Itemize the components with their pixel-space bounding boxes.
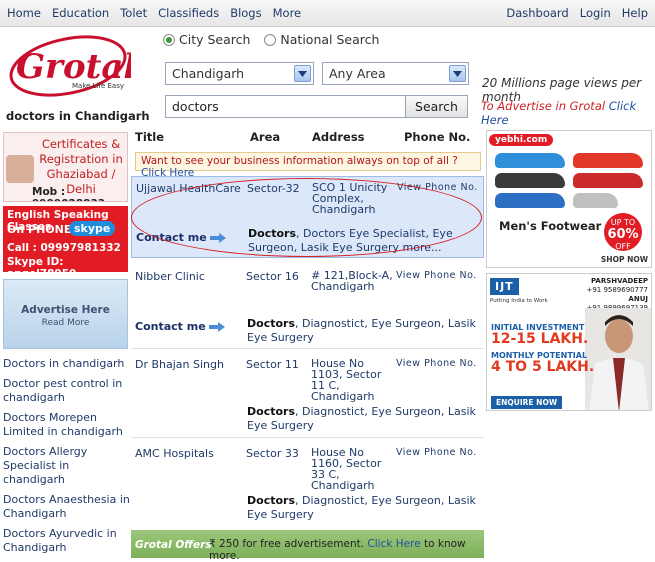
- shoe-image-icon: [573, 193, 618, 208]
- chevron-down-icon[interactable]: [294, 65, 311, 82]
- nav-blogs[interactable]: Blogs: [230, 6, 261, 20]
- search-input[interactable]: [165, 95, 406, 118]
- top-nav-right: Dashboard Login Help: [506, 6, 648, 20]
- top-nav-left: Home Education Tolet Classifieds Blogs M…: [7, 6, 301, 20]
- radio-selected-icon: [163, 33, 175, 46]
- offers-click-here[interactable]: Click Here: [367, 538, 420, 550]
- view-phone-link[interactable]: View Phone No.: [396, 447, 477, 458]
- ad-advertise-here[interactable]: Advertise Here Read More: [3, 279, 128, 349]
- nav-classifieds[interactable]: Classifieds: [158, 6, 219, 20]
- listing-categories: Doctors, Diagnostict, Eye Surgeon, Lasik…: [247, 405, 476, 432]
- related-link[interactable]: Doctors Anaesthesia in Chandigarh: [3, 493, 131, 521]
- advertise-link-text: To Advertise in Grotal Click Here: [481, 99, 637, 127]
- enquire-now-button[interactable]: ENQUIRE NOW: [491, 396, 563, 409]
- table-row: Nibber Clinic Sector 16 # 121,Block-A, C…: [131, 265, 484, 349]
- nav-education[interactable]: Education: [52, 6, 109, 20]
- listing-area: Sector-32: [247, 182, 300, 195]
- arrow-right-icon: [208, 321, 225, 332]
- nav-help[interactable]: Help: [622, 6, 648, 20]
- logo-icon: Grotal Make Life Easy: [9, 35, 136, 97]
- shoe-image-icon: [573, 153, 643, 168]
- shoe-image-icon: [495, 193, 565, 208]
- listing-address: House No 1103, Sector 11 C, Chandigarh: [311, 357, 382, 403]
- col-area: Area: [250, 130, 281, 144]
- listing-categories: Doctors, Doctors Eye Specialist, Eye Sur…: [248, 227, 453, 254]
- hand-image-icon: [6, 155, 34, 183]
- related-link[interactable]: Doctors Ayurvedic in Chandigarh: [3, 527, 131, 555]
- listing-title[interactable]: AMC Hospitals: [135, 447, 214, 460]
- grotal-logo[interactable]: Grotal Make Life Easy: [6, 32, 136, 100]
- shoe-image-icon: [495, 153, 565, 168]
- nav-more[interactable]: More: [273, 6, 302, 20]
- related-links: Doctors in chandigarh Doctor pest contro…: [3, 357, 131, 561]
- businessman-image-icon: [585, 308, 651, 410]
- area-select[interactable]: Any Area: [322, 62, 469, 85]
- listing-title[interactable]: Dr Bhajan Singh: [135, 358, 224, 371]
- related-link[interactable]: Doctors Morepen Limited in chandigarh: [3, 411, 131, 439]
- col-phone: Phone No.: [404, 130, 471, 144]
- listing-area: Sector 16: [246, 270, 299, 283]
- listing-address: SCO 1 Unicity Complex, Chandigarh: [312, 181, 388, 216]
- skype-logo-icon: skype: [69, 221, 116, 236]
- more-link[interactable]: more...: [403, 241, 442, 254]
- view-phone-link[interactable]: View Phone No.: [396, 270, 477, 281]
- search-button[interactable]: Search: [405, 95, 468, 118]
- contact-me-button[interactable]: Contact me: [136, 231, 226, 244]
- contact-me-button[interactable]: Contact me: [135, 320, 225, 333]
- grotal-offers-bar: Grotal Offers ₹ 250 for free advertiseme…: [131, 530, 484, 562]
- shoe-image-icon: [495, 173, 565, 188]
- table-row: AMC Hospitals Sector 33 House No 1160, S…: [131, 442, 484, 526]
- ad-certificates[interactable]: Certificates & Registration in Ghaziabad…: [3, 132, 128, 202]
- ad-ijt-franchise[interactable]: IJT Putting India to Work PARSHVADEEP +9…: [486, 273, 652, 411]
- related-link[interactable]: Doctors in chandigarh: [3, 357, 131, 371]
- listing-address: House No 1160, Sector 33 C, Chandigarh: [311, 446, 382, 492]
- svg-text:Make Life Easy: Make Life Easy: [72, 82, 124, 90]
- shoe-image-icon: [573, 173, 643, 188]
- related-link[interactable]: Doctor pest control in chandigarh: [3, 377, 131, 405]
- radio-national-search[interactable]: National Search: [264, 32, 379, 47]
- ad-yebhi-footwear[interactable]: yebhi.com Men's Footwear UP TO 60% OFF SHO…: [486, 130, 652, 268]
- shop-now-link[interactable]: SHOP NOW: [601, 255, 648, 264]
- listing-area: Sector 11: [246, 358, 299, 371]
- page-subtitle: doctors in Chandigarh: [6, 109, 150, 123]
- related-link[interactable]: Doctors Allergy Specialist in chandigarh: [3, 445, 131, 487]
- yebhi-logo: yebhi.com: [489, 134, 554, 146]
- radio-unselected-icon: [264, 33, 277, 46]
- offers-text: ₹ 250 for free advertisement. Click Here…: [209, 538, 466, 562]
- view-phone-link[interactable]: View Phone No.: [397, 182, 478, 193]
- top-navigation: Home Education Tolet Classifieds Blogs M…: [0, 0, 655, 27]
- city-select[interactable]: Chandigarh: [165, 62, 314, 85]
- svg-text:Grotal: Grotal: [16, 47, 131, 87]
- listing-area: Sector 33: [246, 447, 299, 460]
- offers-label: Grotal Offers: [135, 539, 212, 551]
- chevron-down-icon[interactable]: [449, 65, 466, 82]
- listing-categories: Doctors, Diagnostict, Eye Surgeon, Lasik…: [247, 317, 476, 344]
- radio-city-search[interactable]: City Search: [163, 32, 250, 47]
- ad-english-classes[interactable]: English Speaking Classes On PHONE or sky…: [3, 206, 128, 272]
- col-title: Title: [135, 130, 165, 144]
- listing-title[interactable]: Nibber Clinic: [135, 270, 205, 283]
- results-table-header: Title Area Address Phone No.: [131, 128, 484, 146]
- view-phone-link[interactable]: View Phone No.: [396, 358, 477, 369]
- listing-address: # 121,Block-A, Chandigarh: [311, 269, 393, 293]
- nav-dashboard[interactable]: Dashboard: [506, 6, 568, 20]
- nav-login[interactable]: Login: [580, 6, 611, 20]
- nav-tolet[interactable]: Tolet: [120, 6, 147, 20]
- read-more-link[interactable]: Read More: [4, 318, 127, 328]
- listing-title[interactable]: Ujjawal HealthCare: [136, 182, 241, 195]
- discount-badge: UP TO 60% OFF: [604, 213, 642, 251]
- search-scope: City Search National Search: [163, 32, 379, 47]
- promo-banner: Want to see your business information al…: [135, 152, 481, 179]
- ijt-logo: IJT: [490, 278, 519, 295]
- col-address: Address: [312, 130, 365, 144]
- nav-home[interactable]: Home: [7, 6, 41, 20]
- table-row: Ujjawal HealthCare Sector-32 SCO 1 Unici…: [131, 176, 484, 258]
- arrow-right-icon: [209, 232, 226, 243]
- table-row: Dr Bhajan Singh Sector 11 House No 1103,…: [131, 353, 484, 438]
- listing-categories: Doctors, Diagnostict, Eye Surgeon, Lasik…: [247, 494, 476, 521]
